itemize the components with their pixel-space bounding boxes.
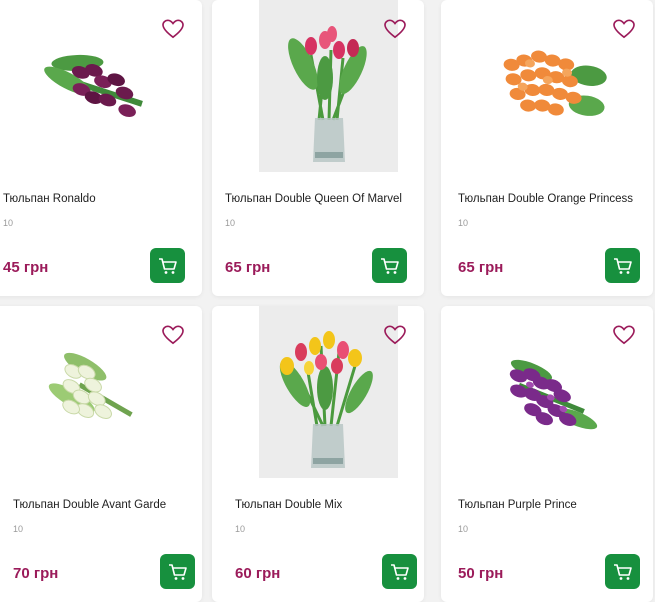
product-quantity: 10 [458, 218, 469, 228]
heart-icon[interactable] [613, 325, 635, 345]
product-quantity: 10 [225, 218, 236, 228]
product-name[interactable]: Тюльпан Purple Prince [458, 499, 577, 511]
product-card[interactable]: Тюльпан Double Orange Princess 10 65 грн [441, 0, 653, 296]
cart-icon [158, 257, 177, 274]
product-name[interactable]: Тюльпан Double Queen Of Marvel [225, 193, 402, 205]
product-quantity: 10 [3, 218, 14, 228]
cart-icon [390, 563, 409, 580]
heart-icon[interactable] [613, 19, 635, 39]
product-card[interactable]: Тюльпан Double Mix 10 60 грн [212, 306, 424, 602]
product-card[interactable]: Тюльпан Ronaldo 10 45 грн [0, 0, 202, 296]
add-to-cart-button[interactable] [160, 554, 195, 589]
product-card[interactable]: Тюльпан Double Avant Garde 10 70 грн [0, 306, 202, 602]
add-to-cart-button[interactable] [150, 248, 185, 283]
add-to-cart-button[interactable] [382, 554, 417, 589]
add-to-cart-button[interactable] [372, 248, 407, 283]
product-photo[interactable] [487, 0, 607, 172]
add-to-cart-button[interactable] [605, 248, 640, 283]
product-price: 70 грн [13, 565, 59, 582]
product-card[interactable]: Тюльпан Double Queen Of Marvel 10 65 грн [212, 0, 424, 296]
product-price: 50 грн [458, 565, 504, 582]
product-card[interactable]: Тюльпан Purple Prince 10 50 грн [441, 306, 653, 602]
product-photo[interactable] [259, 0, 398, 172]
product-quantity: 10 [235, 524, 246, 534]
product-quantity: 10 [13, 524, 24, 534]
heart-icon[interactable] [162, 325, 184, 345]
product-price: 45 грн [3, 259, 49, 276]
product-name[interactable]: Тюльпан Double Orange Princess [458, 193, 633, 205]
cart-icon [168, 563, 187, 580]
product-price: 65 грн [225, 259, 271, 276]
cart-icon [613, 563, 632, 580]
product-quantity: 10 [458, 524, 469, 534]
cart-icon [613, 257, 632, 274]
product-photo[interactable] [487, 306, 607, 478]
product-photo[interactable] [36, 306, 156, 478]
product-price: 60 грн [235, 565, 281, 582]
heart-icon[interactable] [384, 19, 406, 39]
product-name[interactable]: Тюльпан Double Mix [235, 499, 342, 511]
heart-icon[interactable] [384, 325, 406, 345]
product-name[interactable]: Тюльпан Double Avant Garde [13, 499, 166, 511]
product-photo[interactable] [36, 0, 156, 172]
cart-icon [380, 257, 399, 274]
heart-icon[interactable] [162, 19, 184, 39]
add-to-cart-button[interactable] [605, 554, 640, 589]
product-price: 65 грн [458, 259, 504, 276]
product-photo[interactable] [259, 306, 398, 478]
product-name[interactable]: Тюльпан Ronaldo [3, 193, 96, 205]
